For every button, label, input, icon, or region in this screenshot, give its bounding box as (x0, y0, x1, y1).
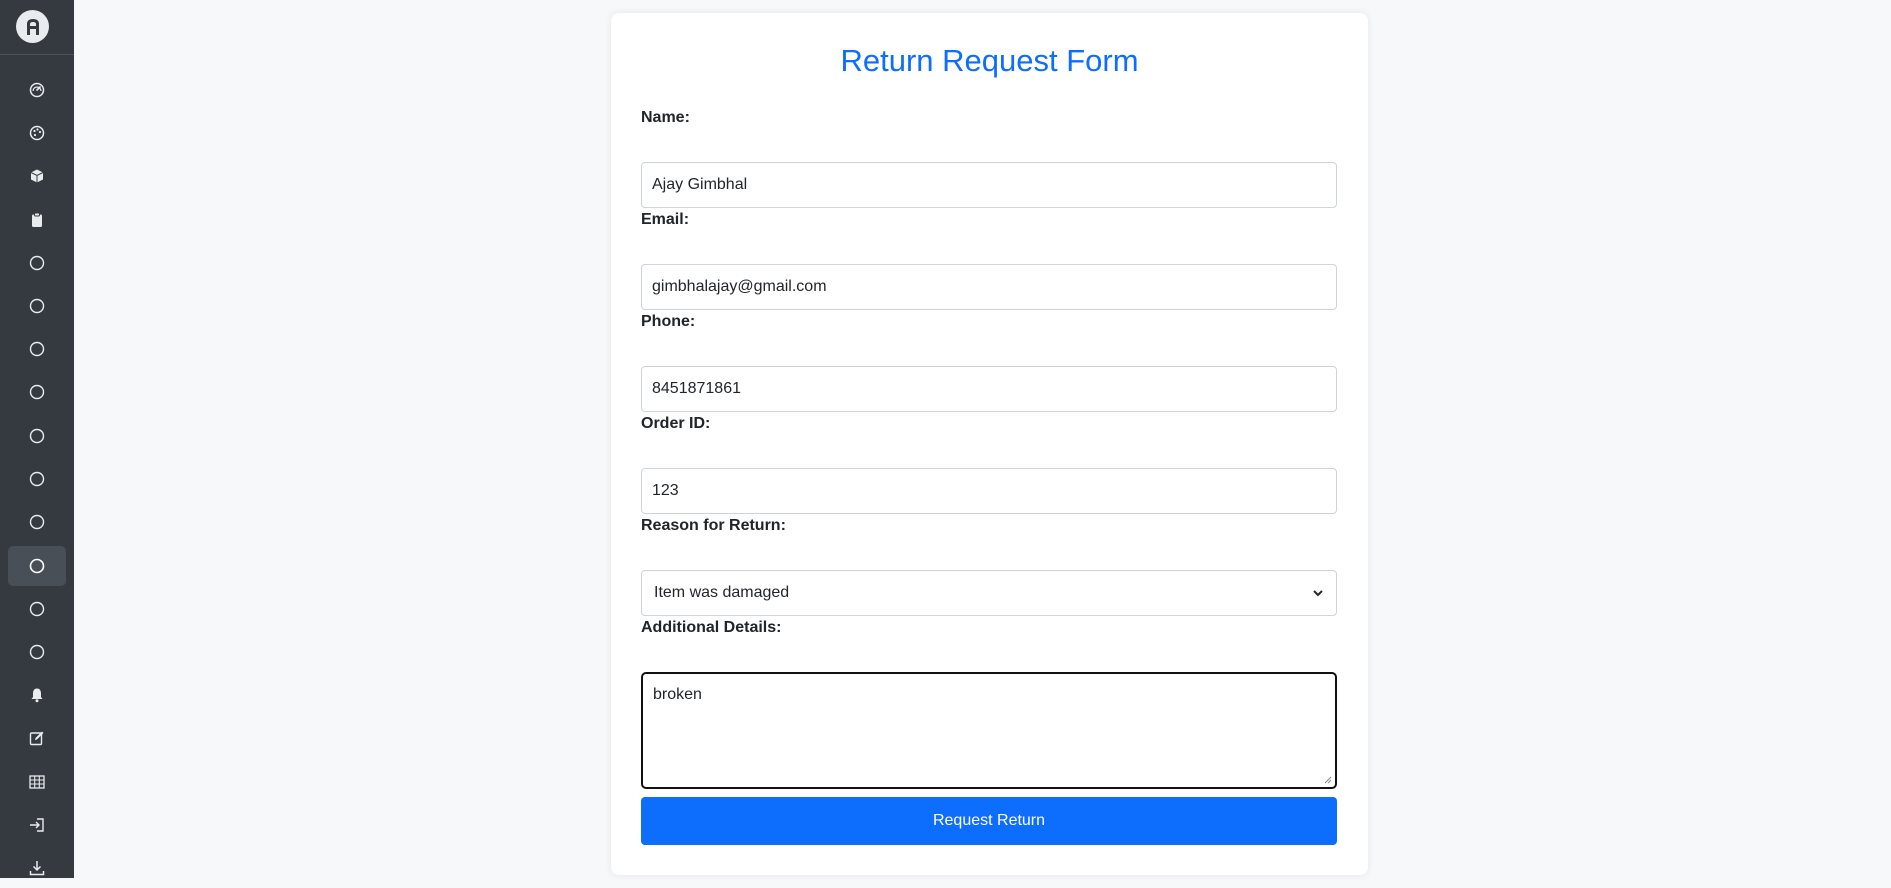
circle-icon (29, 255, 45, 271)
sidebar-item-sign-in[interactable] (8, 805, 66, 845)
additional-details-value: broken (653, 686, 702, 703)
page-title: Return Request Form (840, 43, 1139, 78)
circle-icon (29, 428, 45, 444)
name-label: Name: (641, 109, 690, 126)
phone-field[interactable]: 8451871861 (641, 366, 1337, 412)
dashboard-gauge-icon (29, 82, 45, 98)
chevron-down-icon (1313, 590, 1323, 597)
sidebar-item-edit[interactable] (8, 718, 66, 758)
sidebar-item-circle-6[interactable] (8, 459, 66, 499)
sidebar-item-circle-9[interactable] (8, 589, 66, 629)
circle-icon (29, 601, 45, 617)
palette-icon (29, 125, 45, 141)
sidebar-divider (0, 54, 74, 55)
reason-label: Reason for Return: (641, 517, 786, 534)
email-label: Email: (641, 211, 690, 228)
sidebar-item-clipboard[interactable] (8, 200, 66, 240)
name-field[interactable]: Ajay Gimbhal (641, 162, 1337, 208)
sidebar-item-circle-10[interactable] (8, 632, 66, 672)
order-id-field[interactable]: 123 (641, 468, 1337, 514)
sidebar-item-circle-8-active[interactable] (8, 546, 66, 586)
sidebar-item-table[interactable] (8, 762, 66, 802)
sidebar-item-circle-5[interactable] (8, 416, 66, 456)
sidebar-item-circle-4[interactable] (8, 372, 66, 412)
sidebar-item-circle-3[interactable] (8, 329, 66, 369)
clipboard-icon (32, 212, 42, 227)
phone-label: Phone: (641, 313, 696, 330)
box-icon (30, 169, 44, 183)
download-icon (29, 861, 45, 876)
sidebar-item-circle-1[interactable] (8, 243, 66, 283)
table-icon (29, 775, 45, 789)
reason-select[interactable]: Item was damaged (641, 570, 1337, 616)
request-return-button[interactable]: Request Return (641, 797, 1337, 845)
circle-icon (29, 558, 45, 574)
sign-in-icon (30, 818, 44, 832)
sidebar-item-palette[interactable] (8, 113, 66, 153)
return-request-card: Return Request Form Name: Ajay Gimbhal E… (611, 13, 1368, 875)
additional-details-label: Additional Details: (641, 619, 782, 636)
sidebar (0, 0, 74, 878)
email-field[interactable]: gimbhalajay@gmail.com (641, 264, 1337, 310)
sidebar-item-download[interactable] (8, 848, 66, 888)
sidebar-item-circle-7[interactable] (8, 502, 66, 542)
reason-selected-value: Item was damaged (654, 584, 790, 601)
additional-details-textarea[interactable]: broken (641, 672, 1337, 789)
circle-icon (29, 644, 45, 660)
circle-icon (29, 298, 45, 314)
app-logo-icon[interactable] (16, 10, 49, 43)
circle-icon (29, 341, 45, 357)
resize-grip-icon[interactable] (1324, 776, 1332, 784)
sidebar-item-dashboard[interactable] (8, 70, 66, 110)
circle-icon (29, 514, 45, 530)
circle-icon (29, 471, 45, 487)
edit-icon (29, 731, 44, 746)
order-id-label: Order ID: (641, 415, 711, 432)
sidebar-item-box[interactable] (8, 156, 66, 196)
sidebar-item-notifications[interactable] (8, 675, 66, 715)
circle-icon (29, 384, 45, 400)
bell-icon (31, 688, 43, 703)
sidebar-item-circle-2[interactable] (8, 286, 66, 326)
